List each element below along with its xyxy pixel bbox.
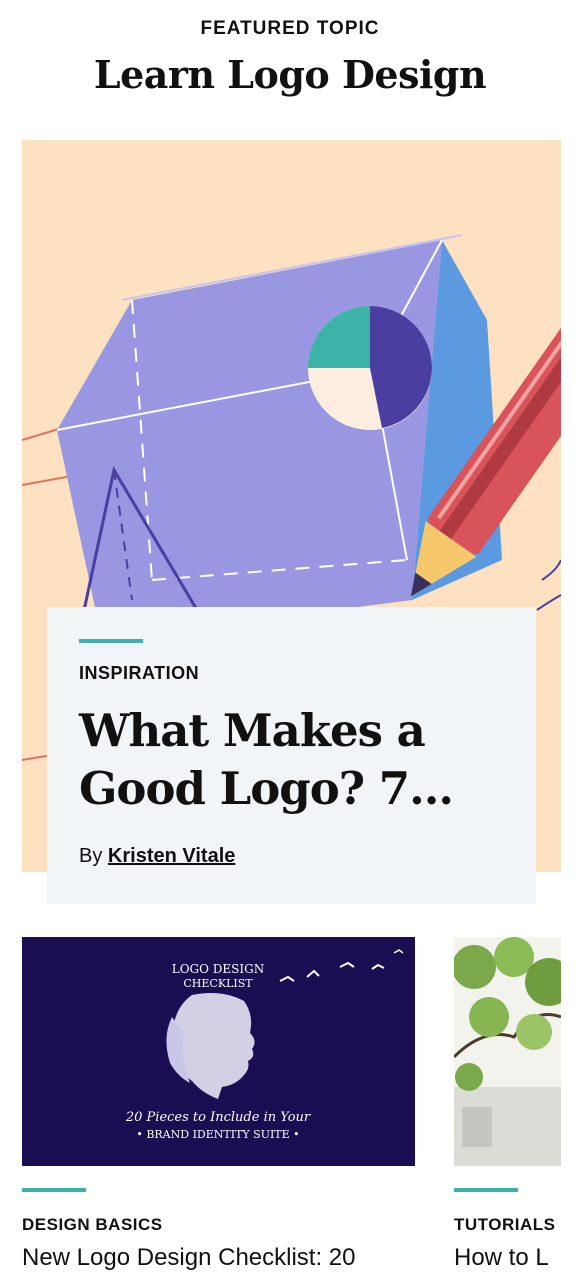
article-title[interactable]: New Logo Design Checklist: 20 <box>22 1244 415 1272</box>
accent-line <box>454 1188 518 1192</box>
article-thumbnail-tree[interactable] <box>454 937 561 1166</box>
article-category[interactable]: INSPIRATION <box>79 663 199 684</box>
article-title[interactable]: What Makes a Good Logo? 7... <box>79 702 519 818</box>
page-title: Learn Logo Design <box>93 52 487 97</box>
featured-article-card[interactable]: INSPIRATION What Makes a Good Logo? 7...… <box>47 607 536 904</box>
author-link[interactable]: Kristen Vitale <box>108 845 235 867</box>
article-thumbnail-logo-checklist[interactable]: LOGO DESIGN CHECKLIST 20 Pieces to Inclu… <box>22 937 415 1166</box>
byline: By Kristen Vitale <box>79 845 235 868</box>
tree-photo <box>454 937 561 1166</box>
thumb-line4: • BRAND IDENTITY SUITE • <box>136 1128 299 1141</box>
thumb-line2: CHECKLIST <box>183 977 253 990</box>
logo-checklist-artwork: LOGO DESIGN CHECKLIST 20 Pieces to Inclu… <box>125 949 404 1141</box>
thumb-line3: 20 Pieces to Include in Your <box>125 1110 311 1125</box>
article-category[interactable]: DESIGN BASICS <box>22 1215 163 1235</box>
article-title[interactable]: How to L <box>454 1244 561 1272</box>
featured-eyebrow: FEATURED TOPIC <box>200 18 380 39</box>
accent-line <box>79 639 143 643</box>
thumb-line1: LOGO DESIGN <box>172 962 264 976</box>
accent-line <box>22 1188 86 1192</box>
by-label: By <box>79 845 103 867</box>
article-category[interactable]: TUTORIALS <box>454 1215 561 1235</box>
